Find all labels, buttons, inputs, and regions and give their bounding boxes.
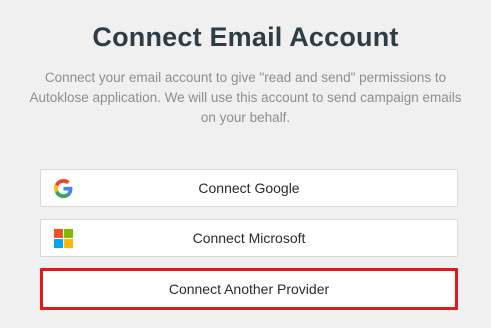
page-title: Connect Email Account: [92, 22, 399, 52]
page-description: Connect your email account to give "read…: [29, 70, 462, 125]
connect-google-button[interactable]: Connect Google: [40, 169, 458, 207]
connect-google-label: Connect Google: [198, 180, 300, 196]
connect-microsoft-label: Connect Microsoft: [192, 230, 306, 246]
connect-another-provider-button[interactable]: Connect Another Provider: [40, 268, 458, 310]
connect-another-provider-label: Connect Another Provider: [168, 281, 330, 297]
connect-microsoft-button[interactable]: Connect Microsoft: [40, 219, 458, 257]
